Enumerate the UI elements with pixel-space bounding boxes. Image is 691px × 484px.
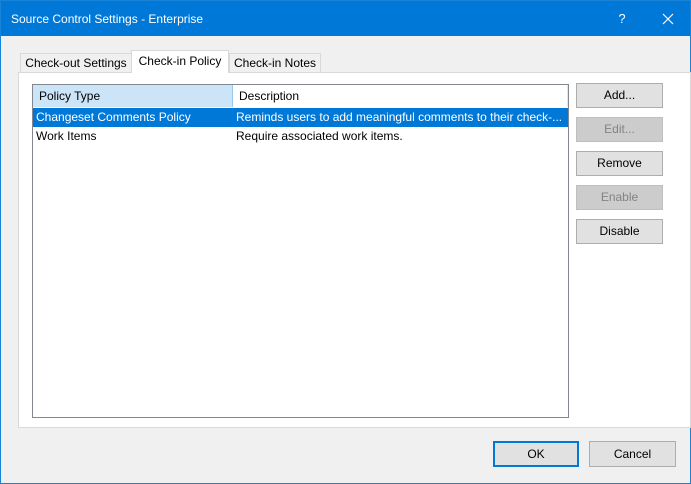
- ok-button[interactable]: OK: [493, 441, 579, 467]
- policy-list[interactable]: Policy Type Description Changeset Commen…: [32, 84, 569, 418]
- policy-description-cell: Reminds users to add meaningful comments…: [236, 110, 563, 124]
- enable-button: Enable: [576, 185, 663, 210]
- list-item-work-items[interactable]: Work Items Require associated work items…: [33, 127, 568, 146]
- tab-label: Check-out Settings: [25, 56, 127, 70]
- tab-check-in-policy[interactable]: Check-in Policy: [131, 50, 229, 73]
- window-title: Source Control Settings - Enterprise: [11, 12, 204, 26]
- help-icon: ?: [618, 11, 626, 26]
- help-button[interactable]: ?: [599, 1, 645, 36]
- title-bar[interactable]: Source Control Settings - Enterprise ?: [1, 1, 690, 36]
- close-icon: [662, 13, 674, 24]
- add-button[interactable]: Add...: [576, 83, 663, 108]
- tab-panel-check-in-policy: Policy Type Description Changeset Commen…: [18, 72, 691, 428]
- disable-button[interactable]: Disable: [576, 219, 663, 244]
- dialog-window: Source Control Settings - Enterprise ? C…: [0, 0, 691, 484]
- close-button[interactable]: [645, 1, 691, 36]
- policy-type-cell: Work Items: [36, 129, 97, 143]
- column-header-policy-type[interactable]: Policy Type: [33, 85, 233, 107]
- policy-type-cell: Changeset Comments Policy: [36, 110, 191, 124]
- list-header: Policy Type Description: [33, 85, 568, 107]
- cancel-button[interactable]: Cancel: [589, 441, 676, 467]
- column-header-description[interactable]: Description: [233, 85, 568, 107]
- tab-label: Check-in Policy: [138, 54, 222, 68]
- tab-label: Check-in Notes: [233, 56, 317, 70]
- tab-check-in-notes[interactable]: Check-in Notes: [229, 53, 321, 73]
- policy-description-cell: Require associated work items.: [236, 129, 403, 143]
- list-item-changeset-comments-policy[interactable]: Changeset Comments Policy Reminds users …: [33, 108, 568, 127]
- remove-button[interactable]: Remove: [576, 151, 663, 176]
- edit-button: Edit...: [576, 117, 663, 142]
- tab-check-out-settings[interactable]: Check-out Settings: [20, 53, 132, 73]
